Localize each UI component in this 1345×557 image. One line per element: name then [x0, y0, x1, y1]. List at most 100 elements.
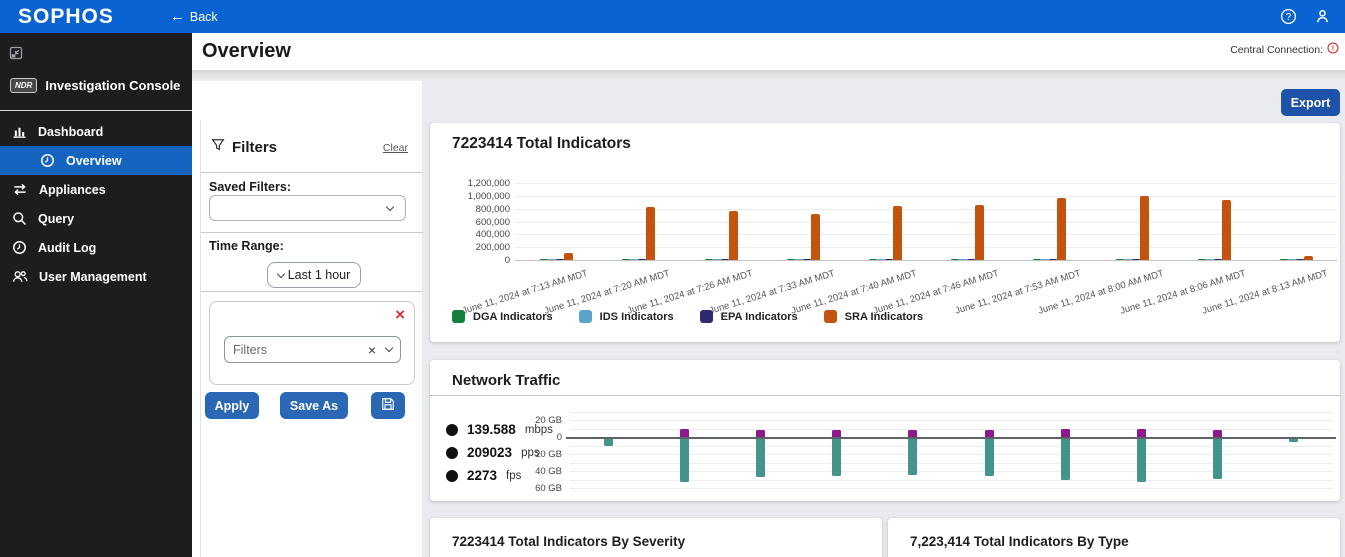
indicator-bar: [622, 259, 630, 260]
legend-swatch: [452, 310, 465, 323]
indicator-bar: [1116, 259, 1124, 260]
indicator-bar: [1288, 259, 1296, 260]
sidebar-item-appliances[interactable]: Appliances: [0, 175, 192, 204]
traffic-in-bar: [1061, 429, 1070, 437]
product-header: NDR Investigation Console: [10, 78, 180, 93]
legend-label: SRA Indicators: [845, 311, 923, 323]
traffic-out-bar: [1061, 439, 1070, 480]
sidebar-item-user-management[interactable]: User Management: [0, 262, 192, 291]
traffic-in-bar: [832, 430, 841, 437]
horizontal-scrollbar[interactable]: [192, 70, 1345, 81]
traffic-out-bar: [1137, 439, 1146, 482]
traffic-in-bar: [756, 430, 765, 437]
indicator-bar: [959, 259, 967, 260]
sidebar-item-overview[interactable]: Overview: [0, 146, 192, 175]
saved-filters-select[interactable]: [209, 195, 406, 221]
legend-item: DGA Indicators: [452, 310, 553, 323]
indicator-bar: [556, 259, 564, 260]
x-tick-label: June 11, 2024 at 8:13 AM MDT: [1173, 268, 1329, 325]
collapse-panel-icon[interactable]: [8, 45, 24, 66]
time-range-select[interactable]: Last 1 hour: [267, 262, 361, 288]
back-button[interactable]: ← Back: [170, 9, 218, 24]
indicator-bar: [1222, 200, 1231, 260]
central-connection-status: Central Connection: !: [1230, 42, 1339, 57]
traffic-out-bar: [908, 439, 917, 475]
filter-criteria-card: × Filters ×: [209, 301, 415, 385]
product-name: Investigation Console: [45, 78, 180, 93]
save-filter-button[interactable]: [371, 392, 405, 419]
gridline: [515, 234, 1337, 235]
indicator-bar: [877, 259, 885, 260]
indicator-bar: [1049, 259, 1057, 260]
legend-swatch: [579, 310, 592, 323]
x-tick-label: June 11, 2024 at 8:06 AM MDT: [1091, 268, 1247, 325]
apply-button[interactable]: Apply: [205, 392, 259, 419]
sidebar-item-query[interactable]: Query: [0, 204, 192, 233]
sidebar-item-audit-log[interactable]: Audit Log: [0, 233, 192, 262]
export-button[interactable]: Export: [1281, 89, 1340, 116]
indicator-bar: [885, 259, 893, 260]
indicator-bar: [951, 259, 959, 260]
ndr-badge: NDR: [10, 78, 37, 93]
main-header: Overview Central Connection: !: [192, 33, 1345, 70]
indicator-bar: [1296, 259, 1304, 260]
legend-label: EPA Indicators: [721, 311, 798, 323]
y-tick-label: 0: [430, 255, 510, 266]
help-icon[interactable]: ?: [1280, 8, 1297, 25]
y-tick-label: 200,000: [430, 242, 510, 253]
page-title: Overview: [202, 40, 291, 63]
filter-combobox-placeholder: Filters: [233, 343, 368, 357]
gridline: [570, 412, 1332, 413]
clock-icon: [40, 153, 55, 168]
legend-item: EPA Indicators: [700, 310, 798, 323]
traffic-out-bar: [1213, 439, 1222, 479]
total-indicators-card: 7223414 Total Indicators 1,200,0001,000,…: [430, 123, 1340, 342]
legend-label: DGA Indicators: [473, 311, 553, 323]
search-icon: [12, 211, 27, 226]
users-icon: [12, 269, 28, 284]
gridline: [570, 488, 1332, 489]
sophos-logo[interactable]: SOPHOS: [18, 5, 114, 29]
traffic-in-bar: [985, 430, 994, 437]
central-connection-label: Central Connection:: [1230, 44, 1323, 56]
indicator-bar: [1041, 259, 1049, 260]
traffic-in-bar: [1213, 430, 1222, 437]
indicator-bar: [1140, 196, 1149, 260]
indicators-by-severity-card: 7223414 Total Indicators By Severity: [430, 518, 882, 557]
indicator-bar: [1206, 259, 1214, 260]
indicator-bar: [967, 259, 975, 260]
legend-swatch: [824, 310, 837, 323]
sidebar-item-dashboard[interactable]: Dashboard: [0, 117, 192, 146]
filters-header: Filters: [211, 138, 277, 156]
top-app-bar: SOPHOS ← Back ?: [0, 0, 1345, 33]
bar-chart-icon: [12, 124, 27, 139]
filters-divider: [201, 172, 423, 173]
warning-icon[interactable]: !: [1327, 42, 1339, 57]
filters-title: Filters: [232, 139, 277, 156]
y-tick-label: 1,000,000: [430, 191, 510, 202]
filters-divider: [201, 291, 423, 292]
x-tick-label: June 11, 2024 at 8:00 AM MDT: [1008, 268, 1164, 325]
y-tick-label: 400,000: [430, 229, 510, 240]
legend-item: SRA Indicators: [824, 310, 923, 323]
gridline: [515, 196, 1337, 197]
filters-panel: Filters Clear Saved Filters: Time Range:…: [200, 120, 422, 557]
remove-filter-icon[interactable]: ×: [395, 304, 405, 326]
traffic-in-bar: [1137, 429, 1146, 437]
indicators-legend: DGA IndicatorsIDS IndicatorsEPA Indicato…: [452, 310, 923, 323]
filters-divider: [201, 232, 423, 233]
save-as-button[interactable]: Save As: [280, 392, 348, 419]
clear-filters-link[interactable]: Clear: [383, 142, 408, 154]
indicator-bar: [713, 259, 721, 260]
filter-combobox[interactable]: Filters ×: [224, 336, 401, 363]
sidebar: NDR Investigation Console DashboardOverv…: [0, 33, 192, 557]
traffic-in-bar: [680, 429, 689, 438]
indicator-bar: [705, 259, 713, 260]
indicator-bar: [638, 259, 646, 260]
y-tick-label: 40 GB: [430, 466, 562, 477]
y-tick-label: 60 GB: [430, 483, 562, 494]
user-icon[interactable]: [1314, 8, 1331, 25]
clear-combobox-icon[interactable]: ×: [368, 342, 376, 358]
network-plot-area: [570, 407, 1332, 492]
indicator-bar: [811, 214, 820, 260]
